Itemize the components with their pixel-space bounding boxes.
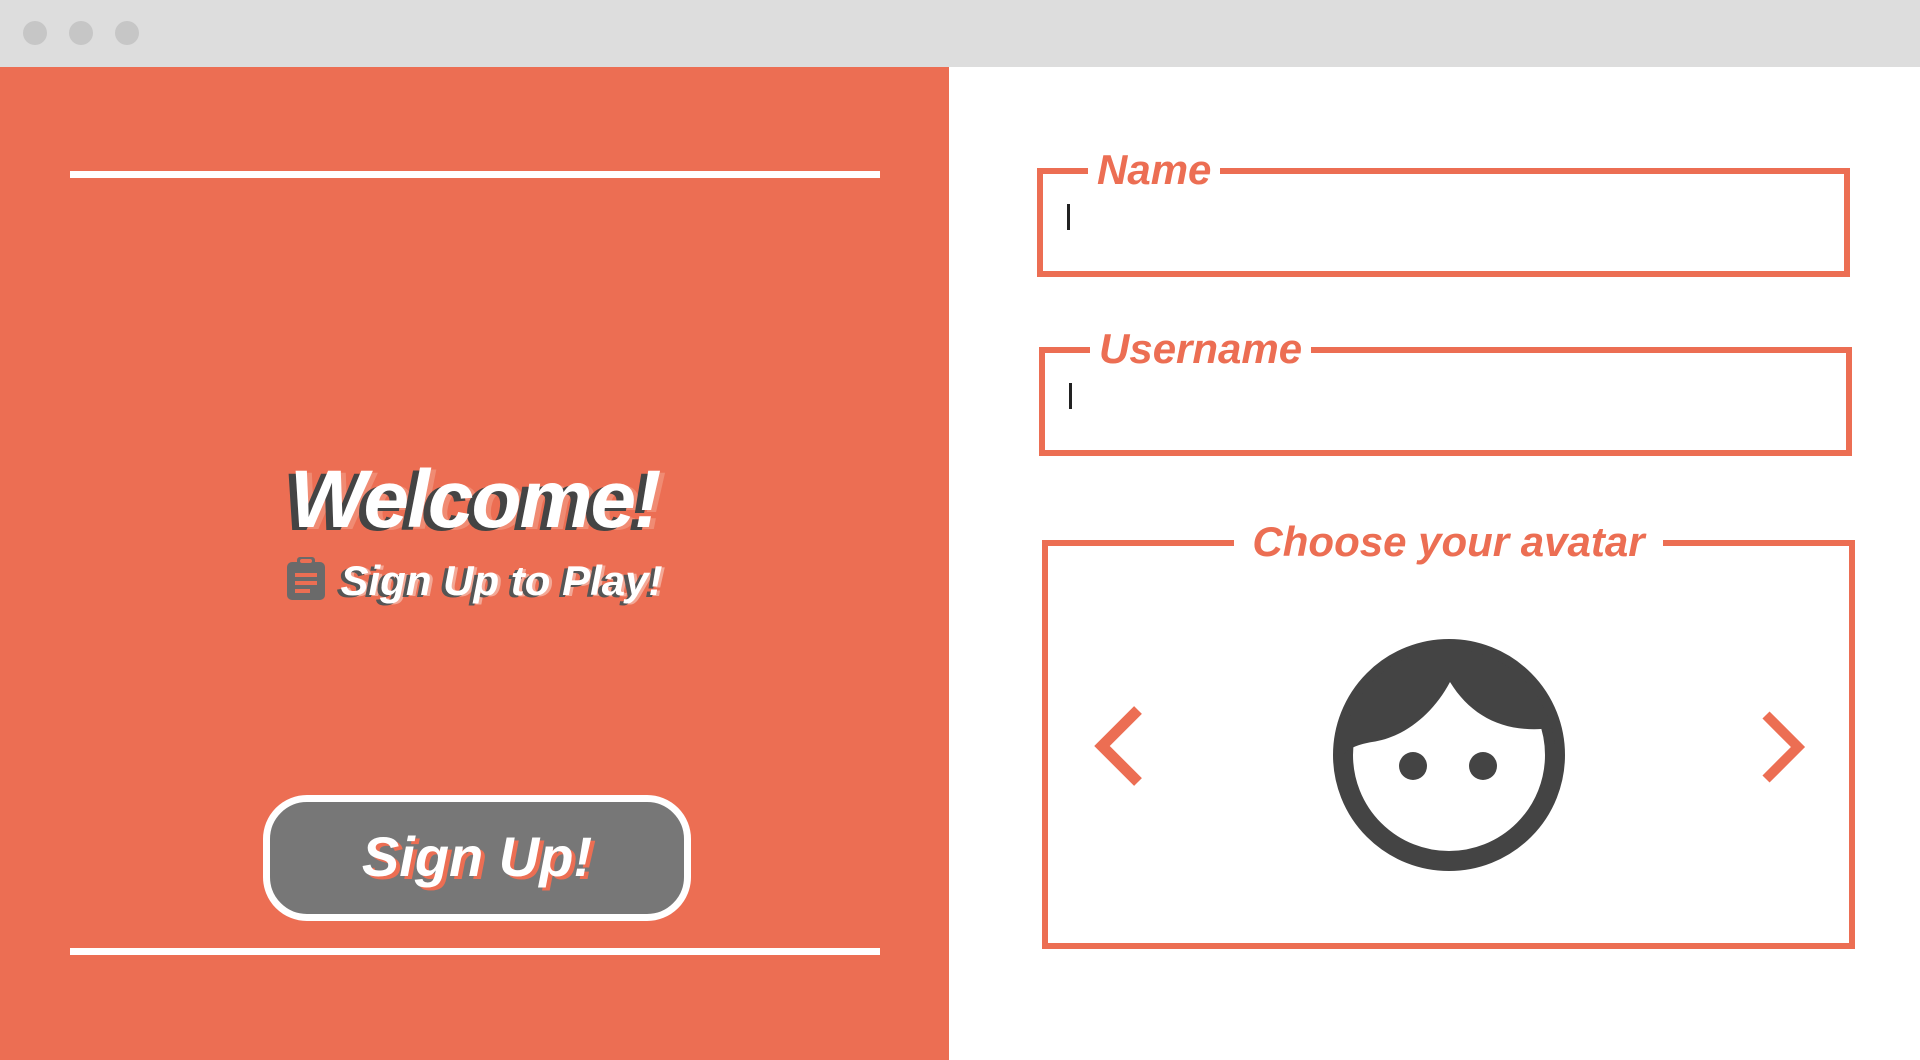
welcome-panel: Welcome! Sign Up to Play! Sign Up! — [0, 67, 949, 1060]
signup-subtitle: Sign Up to Play! — [0, 557, 949, 608]
subtitle-text: Sign Up to Play! — [340, 557, 663, 604]
username-input[interactable] — [1045, 353, 1846, 450]
name-input[interactable] — [1043, 174, 1844, 271]
window-control-dot[interactable] — [115, 21, 139, 45]
name-fieldset: Name — [1037, 140, 1850, 277]
chevron-left-icon[interactable] — [1092, 704, 1146, 793]
face-icon — [1332, 638, 1566, 877]
window-title-bar — [0, 0, 1920, 67]
text-caret — [1069, 383, 1072, 409]
app-window: Welcome! Sign Up to Play! Sign Up! Name — [0, 0, 1920, 1060]
chevron-right-icon[interactable] — [1758, 709, 1806, 790]
avatar-label: Choose your avatar — [1234, 512, 1663, 572]
text-caret — [1067, 204, 1070, 230]
clipboard-icon — [286, 557, 326, 608]
welcome-title: Welcome! — [289, 454, 662, 545]
bottom-divider — [70, 948, 880, 955]
username-fieldset: Username — [1039, 319, 1852, 456]
window-control-dot[interactable] — [69, 21, 93, 45]
signup-form: Name Username Choose your avatar — [949, 67, 1920, 1060]
avatar-picker: Choose your avatar — [1042, 512, 1855, 949]
sign-up-button[interactable]: Sign Up! — [263, 795, 691, 921]
top-divider — [70, 171, 880, 178]
window-control-dot[interactable] — [23, 21, 47, 45]
